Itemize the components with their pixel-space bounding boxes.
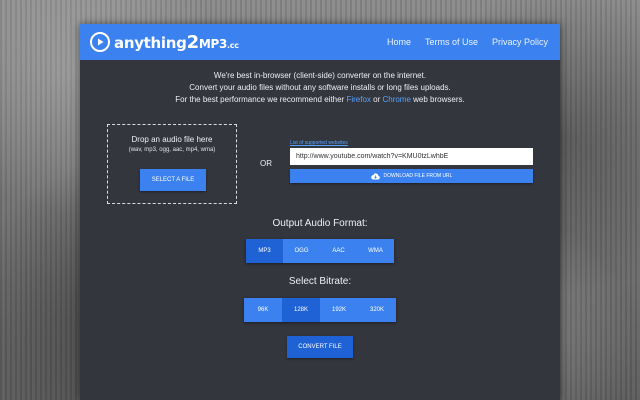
main-nav: Home Terms of Use Privacy Policy [387,37,548,47]
url-upload-area: List of supported websites DOWNLOAD FILE… [290,140,533,183]
format-option-wma[interactable]: WMA [357,239,394,263]
format-option-aac[interactable]: AAC [320,239,357,263]
upload-section: Drop an audio file here (wav, mp3, ogg, … [80,124,560,208]
dropzone-title: Drop an audio file here [131,135,213,144]
supported-websites-link[interactable]: List of supported websites [290,140,533,146]
download-from-url-button[interactable]: DOWNLOAD FILE FROM URL [290,169,533,183]
url-input[interactable] [290,148,533,165]
firefox-link[interactable]: Firefox [346,95,370,104]
bitrate-option-320k[interactable]: 320K [358,298,396,322]
select-file-button[interactable]: SELECT A FILE [140,169,206,191]
or-separator: OR [260,159,272,168]
nav-privacy-link[interactable]: Privacy Policy [492,37,548,47]
intro-text: We're best in-browser (client-side) conv… [80,70,560,106]
nav-terms-link[interactable]: Terms of Use [425,37,478,47]
chrome-link[interactable]: Chrome [382,95,410,104]
download-button-label: DOWNLOAD FILE FROM URL [383,173,453,179]
converter-app: anything2MP3.cc Home Terms of Use Privac… [80,24,560,400]
bitrate-label: Select Bitrate: [288,276,352,287]
logo-text: anything2MP3.cc [114,31,239,53]
bitrate-option-96k[interactable]: 96K [244,298,282,322]
format-option-mp3[interactable]: MP3 [246,239,283,263]
dropzone-formats: (wav, mp3, ogg, aac, mp4, wma) [128,147,216,153]
output-format-label: Output Audio Format: [272,218,368,229]
site-logo[interactable]: anything2MP3.cc [90,32,239,53]
intro-line-1: We're best in-browser (client-side) conv… [213,71,427,80]
format-selector: MP3 OGG AAC WMA [246,239,394,263]
cloud-download-icon [370,172,380,180]
top-navbar: anything2MP3.cc Home Terms of Use Privac… [80,24,560,60]
bitrate-option-192k[interactable]: 192K [320,298,358,322]
file-dropzone[interactable]: Drop an audio file here (wav, mp3, ogg, … [107,124,237,204]
bitrate-selector: 96K 128K 192K 320K [244,298,396,322]
nav-home-link[interactable]: Home [387,37,411,47]
intro-line-2: Convert your audio files without any sof… [189,83,451,92]
bitrate-option-128k[interactable]: 128K [282,298,320,322]
convert-file-button[interactable]: CONVERT FILE [287,336,353,358]
play-icon [90,32,110,52]
intro-line-3: For the best performance we recommend ei… [175,95,465,104]
format-option-ogg[interactable]: OGG [283,239,320,263]
